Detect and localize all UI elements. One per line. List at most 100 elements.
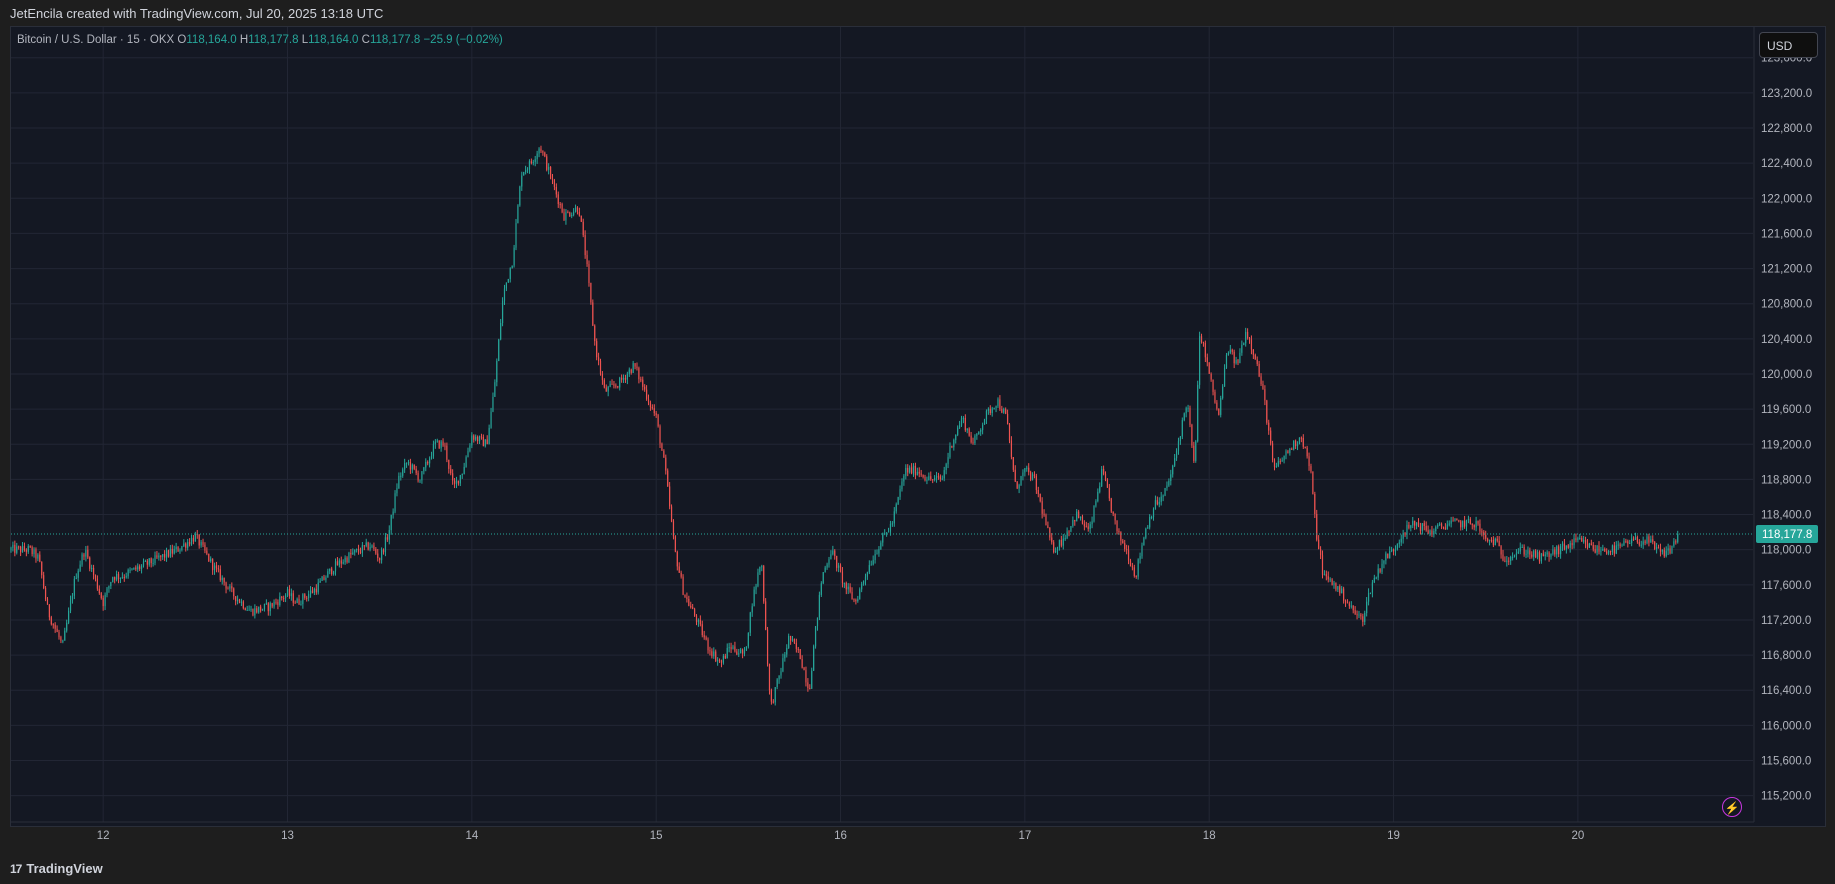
candle [749, 611, 751, 637]
candle-body [457, 480, 460, 484]
candle [1364, 610, 1366, 626]
candle [960, 415, 963, 427]
candle-body [183, 543, 185, 547]
candle-body [1427, 530, 1429, 534]
candle [972, 437, 974, 445]
candle-body [1005, 409, 1007, 414]
candle-body [889, 524, 892, 532]
candle [402, 467, 404, 478]
plot-area [11, 27, 1753, 822]
candle [941, 475, 943, 481]
candle [269, 601, 271, 616]
candle-body [131, 569, 133, 571]
candle-body [436, 440, 438, 442]
candle [1028, 463, 1030, 476]
tradingview-logo[interactable]: 17 TradingView [10, 861, 103, 876]
candle [438, 440, 440, 449]
candle-body [1006, 413, 1009, 425]
candle [640, 376, 642, 383]
lightning-icon[interactable]: ⚡ [1722, 797, 1742, 817]
candle-body [1677, 534, 1679, 543]
candle [1283, 455, 1285, 464]
candle-body [947, 457, 949, 465]
candle-body [901, 481, 903, 490]
candle-body [932, 479, 934, 481]
candle [791, 635, 794, 642]
candle [91, 564, 93, 572]
candle [1114, 513, 1116, 525]
candle [855, 598, 857, 605]
candle [709, 646, 711, 656]
candle [1410, 524, 1412, 532]
candle-body [1608, 550, 1610, 554]
candle-body [413, 464, 415, 469]
candle [334, 558, 337, 576]
candle [288, 585, 291, 599]
candle-body [125, 576, 127, 578]
candle [630, 368, 632, 375]
candle-body [1448, 523, 1450, 525]
candle-body [33, 549, 35, 555]
candle-body [281, 596, 283, 598]
candle-body [1611, 545, 1614, 552]
candle-body [1149, 516, 1151, 528]
candle-body [108, 586, 110, 589]
candle-body [298, 598, 300, 605]
candle-body [926, 480, 928, 482]
time-tick-label: 19 [1387, 830, 1400, 842]
candle-body [1667, 548, 1669, 551]
candle-body [526, 169, 529, 171]
candle-body [740, 649, 742, 654]
candle [1152, 507, 1155, 521]
candle [286, 586, 289, 598]
candle [1031, 472, 1034, 481]
candle-body [104, 594, 106, 607]
candle [634, 363, 636, 370]
candle-body [1137, 559, 1139, 577]
candle-body [1561, 543, 1564, 547]
candle [1218, 408, 1220, 416]
candle-body [1404, 533, 1406, 535]
candle-body [1606, 551, 1608, 554]
candle-body [179, 549, 181, 552]
candle-body [1197, 384, 1199, 442]
candle-body [634, 363, 636, 367]
candle [864, 573, 867, 586]
candle-body [709, 650, 711, 652]
candle-body [644, 386, 646, 390]
candle-body [469, 445, 471, 452]
candle-body [139, 566, 141, 569]
candle-body [1306, 447, 1308, 457]
candle-body [1417, 522, 1420, 527]
candle-body [559, 204, 561, 206]
candle [1542, 550, 1544, 557]
candle [958, 420, 961, 429]
candle [404, 458, 406, 473]
candle-body [319, 580, 321, 583]
candle-body [536, 153, 538, 160]
candle [997, 397, 999, 408]
candle-body [943, 470, 945, 479]
candle [271, 602, 273, 609]
candle-body [427, 462, 429, 464]
candle [1093, 505, 1095, 523]
candle [763, 564, 765, 604]
candle-body [148, 558, 150, 565]
candle [834, 549, 836, 560]
candle [682, 574, 684, 596]
candle [461, 473, 463, 479]
candle [373, 542, 375, 551]
candle-body [1410, 525, 1412, 528]
candle-body [893, 511, 895, 524]
candle-body [962, 417, 965, 419]
candle [755, 583, 757, 595]
candle-body [1450, 520, 1452, 524]
currency-button[interactable]: USD [1759, 32, 1818, 58]
candle-body [930, 476, 932, 480]
candle [156, 551, 158, 560]
candle [89, 556, 91, 572]
candle-body [1327, 576, 1329, 580]
price-chart[interactable]: 123,600.0123,200.0122,800.0122,400.0122,… [0, 0, 1835, 851]
candle [953, 438, 955, 451]
candle [1129, 558, 1132, 567]
